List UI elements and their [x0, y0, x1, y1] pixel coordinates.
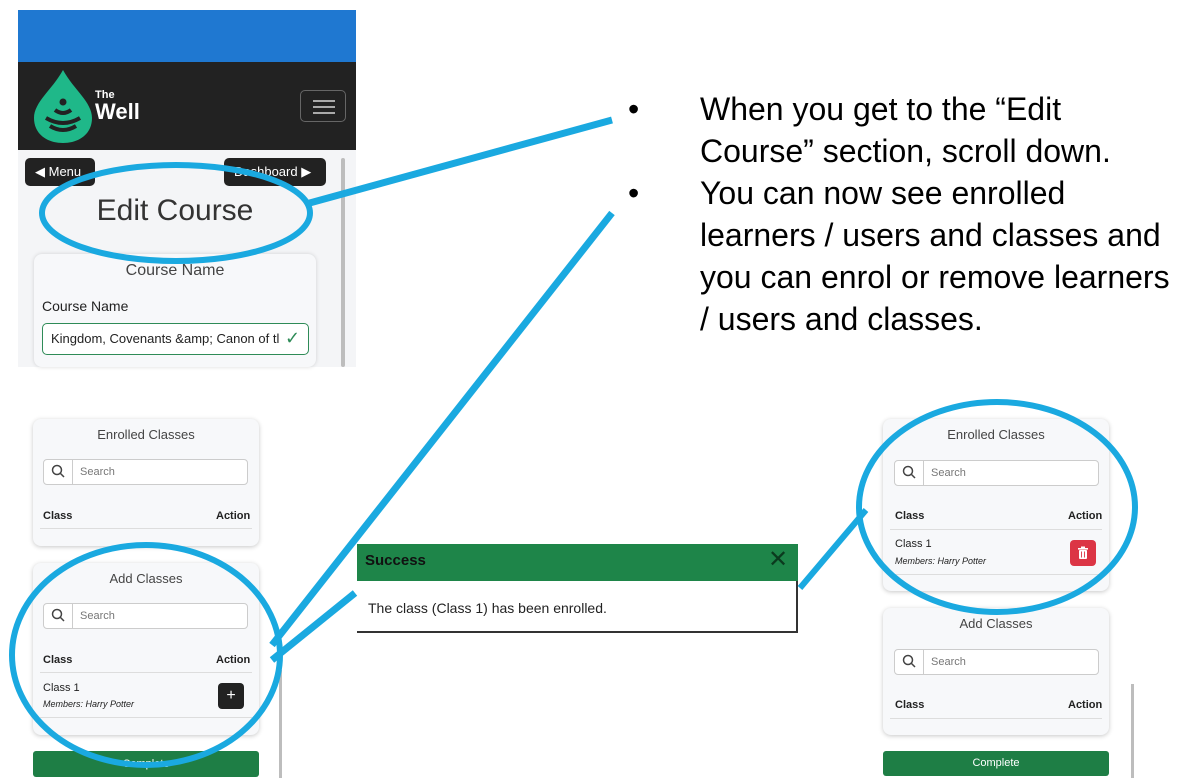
col-action: Action	[1068, 510, 1103, 522]
class-row-members: Members: Harry Potter	[43, 699, 135, 709]
instruction-item: • You can now see enrolled learners / use…	[620, 172, 1180, 340]
course-card-title: Course Name	[125, 262, 225, 279]
instruction-item: • When you get to the “Edit Course” secti…	[620, 88, 1180, 172]
connector-line	[269, 590, 358, 663]
complete-button[interactable]: Complete	[883, 751, 1109, 776]
dashboard-button-label: Dashboard	[234, 164, 298, 179]
divider	[40, 672, 252, 673]
col-class: Class	[895, 699, 925, 711]
col-action: Action	[1068, 699, 1103, 711]
instruction-list: • When you get to the “Edit Course” secti…	[620, 88, 1180, 340]
close-icon[interactable]: ✕	[768, 545, 788, 574]
connector-line	[797, 508, 869, 590]
brand-name: The Well	[95, 90, 140, 123]
page-title: Edit Course	[96, 194, 254, 227]
col-action: Action	[216, 510, 251, 522]
valid-check-icon: ✓	[285, 328, 301, 348]
right-enrolled-search-input[interactable]: Search	[894, 460, 1099, 486]
well-logo-icon[interactable]	[30, 68, 96, 144]
class-row-name: Class 1	[895, 538, 932, 550]
right-enrolled-title: Enrolled Classes	[947, 427, 1045, 442]
search-icon	[902, 465, 916, 484]
search-placeholder: Search	[931, 656, 966, 668]
scrollbar[interactable]	[341, 158, 345, 367]
class-row-members: Members: Harry Potter	[895, 556, 987, 566]
brand-name-big: Well	[95, 99, 140, 124]
instruction-text: When you get to the “Edit Course” sectio…	[700, 91, 1111, 169]
scrollbar[interactable]	[279, 670, 282, 778]
class-row-name: Class 1	[43, 682, 80, 694]
divider	[890, 718, 1102, 719]
complete-button[interactable]: Complete	[33, 751, 259, 777]
search-placeholder: Search	[80, 466, 115, 478]
left-add-search-input[interactable]: Search	[43, 603, 248, 629]
dashboard-button[interactable]: Dashboard ▶	[224, 158, 326, 186]
trash-icon	[1078, 546, 1088, 559]
instruction-text: You can now see enrolled learners / user…	[700, 175, 1170, 337]
right-add-search-input[interactable]: Search	[894, 649, 1099, 675]
search-icon	[51, 608, 65, 627]
divider	[40, 717, 252, 718]
course-name-label: Course Name	[42, 298, 129, 314]
success-message: The class (Class 1) has been enrolled.	[368, 600, 607, 616]
search-placeholder: Search	[931, 467, 966, 479]
col-class: Class	[43, 510, 73, 522]
col-class: Class	[43, 654, 73, 666]
success-title: Success	[365, 552, 426, 569]
divider	[40, 528, 252, 529]
search-icon	[51, 464, 65, 483]
col-class: Class	[895, 510, 925, 522]
status-bar	[18, 10, 356, 62]
search-icon	[902, 654, 916, 673]
menu-button-label: Menu	[48, 164, 82, 179]
menu-button[interactable]: ◀ Menu	[25, 158, 95, 186]
right-add-title: Add Classes	[959, 616, 1033, 631]
left-add-title: Add Classes	[109, 571, 183, 586]
divider	[890, 574, 1102, 575]
left-enrolled-title: Enrolled Classes	[97, 427, 195, 442]
course-name-input[interactable]: Kingdom, Covenants &amp; Canon of tl	[42, 323, 309, 355]
left-add-classes-card	[33, 563, 259, 735]
col-action: Action	[216, 654, 251, 666]
add-class-button[interactable]: +	[218, 683, 244, 709]
search-placeholder: Search	[80, 610, 115, 622]
hamburger-menu-button[interactable]	[300, 90, 346, 122]
bullet-icon: •	[628, 175, 640, 211]
remove-class-button[interactable]	[1070, 540, 1096, 566]
left-enrolled-search-input[interactable]: Search	[43, 459, 248, 485]
divider	[890, 529, 1102, 530]
bullet-icon: •	[628, 91, 640, 127]
scrollbar[interactable]	[1131, 684, 1134, 778]
